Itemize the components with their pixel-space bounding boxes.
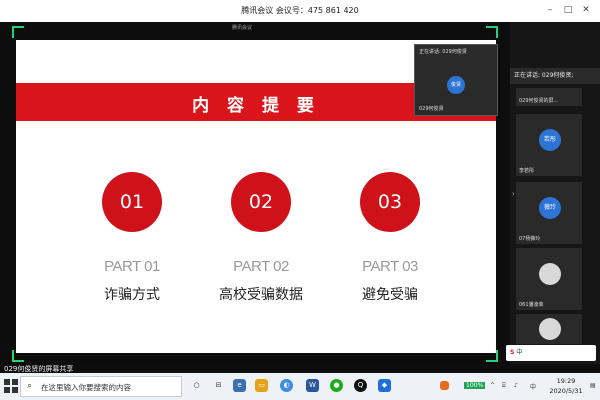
participant-tile[interactable] [516, 314, 582, 344]
maximize-icon[interactable]: □ [560, 3, 576, 17]
part-title: 高校受骗数据 [219, 287, 303, 303]
taskbar: ⌕ 在这里输入你要搜索的内容 ○ ⊟ e ▭ ◐ W ● Q ◆ 100% ^ … [0, 373, 600, 400]
part-number-circle: 03 [360, 172, 420, 232]
windows-start-icon[interactable] [4, 379, 18, 393]
speaker-overlay[interactable]: 正在讲话: 029何俊贤 俊贤 029何俊贤 [414, 44, 498, 116]
participant-tile[interactable]: 061潘凌菲 [516, 248, 582, 310]
share-frame-corner-tr [486, 26, 498, 38]
title-bar: 腾讯会议 会议号：475 861 420 – □ ✕ [0, 0, 600, 23]
part-title: 诈骗方式 [104, 287, 160, 303]
qq-icon[interactable]: Q [354, 379, 367, 392]
avatar: 薇玲 [539, 197, 561, 219]
ime-logo: S [510, 349, 515, 356]
participant-sidebar: › 正在讲话: 029何俊贤; 029何俊贤的屏… 若彤 李若彤 薇玲 07杨薇… [510, 22, 600, 364]
tencent-meeting-icon[interactable]: ◐ [280, 379, 293, 392]
participant-tile[interactable]: 若彤 李若彤 [516, 114, 582, 176]
search-icon: ⌕ [27, 381, 33, 391]
input-method-icon[interactable]: 中 [530, 382, 536, 391]
volume-icon[interactable]: ♪ [514, 382, 518, 389]
speaker-overlay-name: 029何俊贤 [419, 106, 444, 112]
task-view-icon[interactable]: ⊟ [212, 379, 225, 392]
file-explorer-icon[interactable]: ▭ [255, 379, 268, 392]
part-number-circle: 02 [231, 172, 291, 232]
avatar: 俊贤 [447, 76, 465, 94]
participant-name: 李若彤 [519, 168, 535, 174]
taskbar-search-placeholder: 在这里输入你要搜索的内容 [41, 383, 131, 392]
network-icon[interactable]: ⌸ [502, 382, 506, 390]
avatar [539, 263, 561, 285]
word-icon[interactable]: W [306, 379, 319, 392]
participant-tile[interactable]: 薇玲 07杨薇玲 [516, 182, 582, 244]
ime-toolbar[interactable]: S 中 [506, 345, 596, 361]
app-icon[interactable]: ◆ [378, 379, 391, 392]
now-speaking-label: 正在讲话: 029何俊贤; [510, 68, 600, 84]
participant-tile[interactable]: 029何俊贤的屏… [516, 88, 582, 106]
minimize-icon[interactable]: – [542, 3, 558, 17]
chevron-left-icon[interactable]: › [512, 190, 515, 198]
speaker-overlay-header: 正在讲话: 029何俊贤 [419, 49, 467, 55]
stage-top-label: 腾讯会议 [232, 25, 253, 31]
ime-mode: 中 [516, 349, 523, 356]
part-label: PART 02 [233, 258, 289, 275]
part-number-circle: 01 [102, 172, 162, 232]
cortana-icon[interactable]: ○ [190, 379, 203, 392]
share-status-strip: 029何俊贤的屏幕共享 [0, 364, 600, 373]
wechat-icon[interactable]: ● [330, 379, 343, 392]
avatar [539, 318, 561, 340]
window-title: 腾讯会议 会议号：475 861 420 [241, 6, 359, 15]
clock-date: 2020/5/31 [549, 387, 583, 395]
edge-icon[interactable]: e [233, 379, 246, 392]
notification-icon[interactable]: ▤ [590, 382, 596, 389]
participant-name: 029何俊贤的屏… [519, 98, 559, 104]
tray-chevron-icon[interactable]: ^ [490, 382, 495, 389]
battery-indicator[interactable]: 100% [464, 382, 486, 389]
system-clock[interactable]: 19:29 2020/5/31 [546, 376, 586, 396]
part-label: PART 03 [362, 258, 418, 275]
participant-name: 061潘凌菲 [519, 302, 544, 308]
participant-name: 07杨薇玲 [519, 236, 541, 242]
close-icon[interactable]: ✕ [578, 3, 594, 17]
taskbar-search-input[interactable]: ⌕ 在这里输入你要搜索的内容 [20, 376, 182, 397]
avatar: 若彤 [539, 129, 561, 151]
tray-app-icon[interactable] [440, 381, 449, 390]
clock-time: 19:29 [556, 377, 576, 385]
share-frame-corner-tl [12, 26, 24, 38]
part-title: 避免受骗 [362, 287, 418, 303]
part-label: PART 01 [104, 258, 160, 275]
